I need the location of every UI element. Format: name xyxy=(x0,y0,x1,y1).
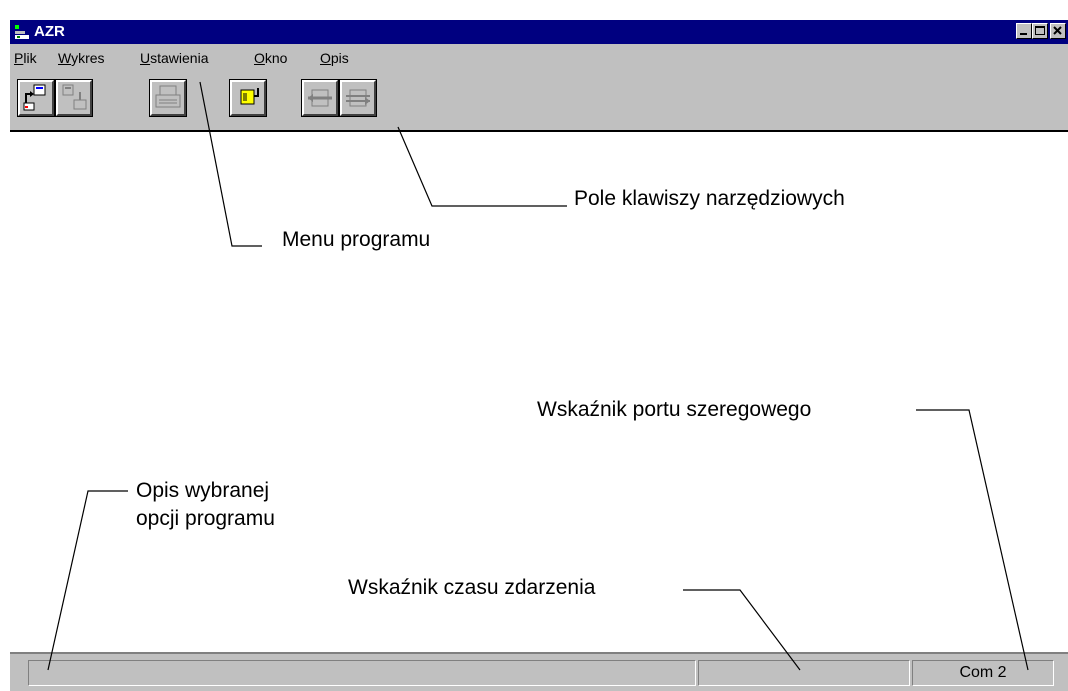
menu-wykres[interactable]: Wykres xyxy=(58,48,105,68)
maximize-button[interactable] xyxy=(1032,23,1048,39)
status-event-time xyxy=(698,660,910,686)
status-port: Com 2 xyxy=(912,660,1054,686)
load-data-icon xyxy=(23,84,46,111)
app-icon xyxy=(15,25,29,39)
menu-ustawienia[interactable]: Ustawienia xyxy=(140,48,209,68)
print-button[interactable] xyxy=(149,79,187,117)
save-data-icon xyxy=(62,84,87,110)
save-button[interactable] xyxy=(55,79,93,117)
toolbar xyxy=(10,72,1068,124)
title-bar[interactable]: AZR xyxy=(10,20,1068,44)
maximize-icon xyxy=(1035,26,1045,35)
annotation-event-time: Wskaźnik czasu zdarzenia xyxy=(348,576,596,599)
minimize-button[interactable] xyxy=(1016,23,1032,39)
annotation-option-description-1: Opis wybranej xyxy=(136,479,270,502)
connect-button[interactable] xyxy=(301,79,339,117)
disconnect-button[interactable] xyxy=(339,79,377,117)
status-bar: Com 2 xyxy=(10,654,1068,691)
menu-plik[interactable]: Plik xyxy=(14,48,37,68)
port-button[interactable] xyxy=(229,79,267,117)
annotation-program-menu: Menu programu xyxy=(282,228,431,251)
menu-okno[interactable]: Okno xyxy=(254,48,287,68)
status-description xyxy=(28,660,696,686)
connect-icon xyxy=(308,89,332,107)
annotation-option-description-2: opcji programu xyxy=(136,507,275,530)
close-button[interactable] xyxy=(1050,23,1066,39)
menu-bar: Plik Wykres Ustawienia Okno Opis xyxy=(10,48,1068,68)
print-icon xyxy=(155,85,181,108)
port-icon xyxy=(240,88,259,105)
annotation-toolbar-field: Pole klawiszy narzędziowych xyxy=(574,187,845,210)
close-icon xyxy=(1053,26,1062,35)
minimize-icon xyxy=(1020,33,1027,35)
load-button[interactable] xyxy=(17,79,55,117)
annotation-serial-port: Wskaźnik portu szeregowego xyxy=(537,398,812,421)
window-title: AZR xyxy=(34,23,65,40)
menu-opis[interactable]: Opis xyxy=(320,48,349,68)
disconnect-icon xyxy=(346,89,370,107)
